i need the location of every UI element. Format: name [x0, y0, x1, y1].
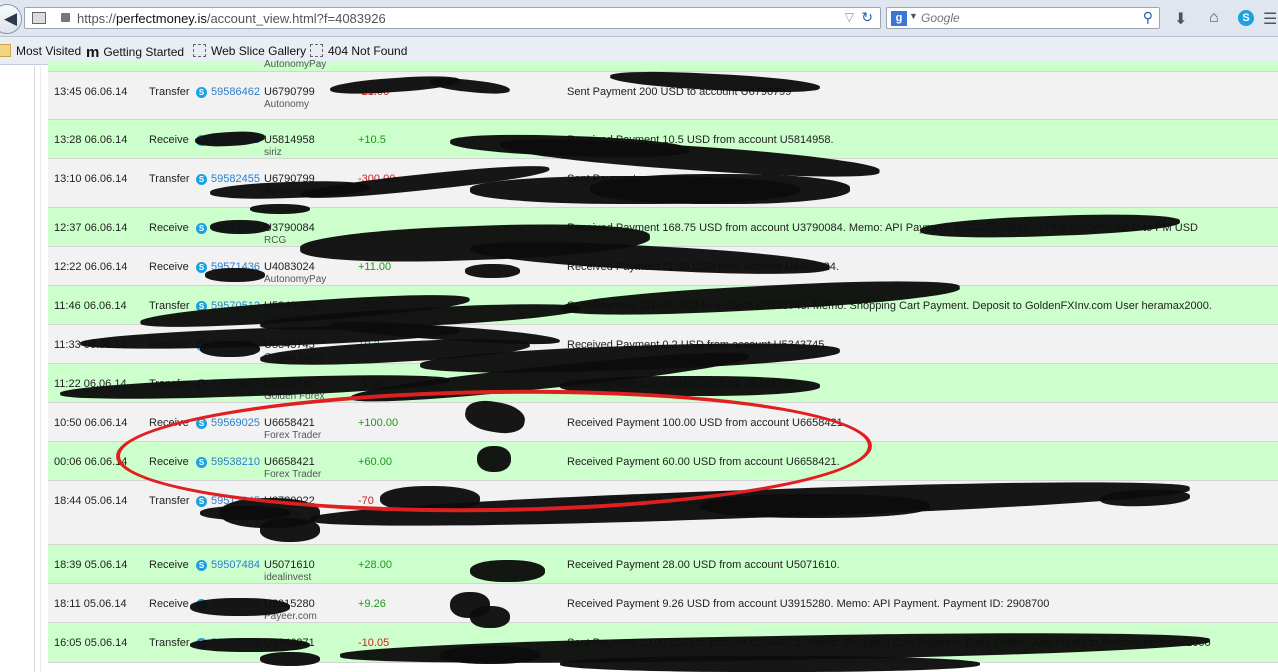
- redaction-scribble: [260, 652, 320, 666]
- redaction-scribble: [210, 220, 270, 234]
- transaction-time: 10:50 06.06.14: [54, 417, 128, 429]
- account-number: U4083024: [264, 261, 315, 273]
- transaction-type: Receive: [149, 261, 189, 273]
- skype-icon[interactable]: S: [1238, 10, 1254, 26]
- account-name: AutonomyPay: [264, 274, 327, 285]
- account-number: U3790084: [264, 222, 315, 234]
- transaction-amount: +28.00: [358, 559, 392, 571]
- transaction-time: 13:28 06.06.14: [54, 134, 128, 146]
- redaction-scribble: [590, 174, 850, 204]
- engine-dropdown-icon[interactable]: ▼: [909, 11, 918, 21]
- account-number: U5071610: [264, 559, 315, 571]
- account-name: Autonomy: [264, 99, 310, 110]
- redaction-scribble: [190, 598, 290, 616]
- transaction-memo: Received Payment 28.00 USD from account …: [567, 559, 840, 571]
- account-number: U5814958: [264, 134, 315, 146]
- transaction-type: Receive: [149, 559, 189, 571]
- redaction-scribble: [465, 264, 520, 278]
- transaction-type: Transfer: [149, 495, 190, 507]
- bookmark-404-not-found[interactable]: 404 Not Found: [310, 44, 407, 58]
- getting-started-icon: m: [86, 44, 100, 61]
- bookmark-most-visited[interactable]: Most Visited: [0, 44, 81, 58]
- transaction-type: Transfer: [149, 86, 190, 98]
- redaction-scribble: [250, 204, 310, 214]
- skype-icon[interactable]: S: [196, 560, 207, 571]
- bookmark-web-slice-gallery[interactable]: Web Slice Gallery: [193, 44, 306, 58]
- account-name: idealinvest: [264, 572, 312, 583]
- page-content: AutonomyPay S 13:45 06.06.14 Transfer 59586…: [0, 59, 1278, 672]
- url-text[interactable]: https://perfectmoney.is/account_view.htm…: [77, 11, 386, 26]
- transaction-time: 13:10 06.06.14: [54, 173, 128, 185]
- skype-icon[interactable]: S: [196, 223, 207, 234]
- account-number: U6790799: [264, 86, 315, 98]
- transaction-memo: Received Payment 9.26 USD from account U…: [567, 598, 1050, 610]
- redaction-scribble: [470, 606, 510, 628]
- redaction-scribble: [470, 560, 545, 582]
- transaction-type: Receive: [149, 134, 189, 146]
- redaction-scribble: [560, 656, 980, 672]
- redaction-scribble: [260, 518, 320, 542]
- transaction-id-link[interactable]: 59507484: [211, 559, 260, 571]
- transaction-type: Transfer: [149, 300, 190, 312]
- table-row-partial: AutonomyPay: [48, 59, 1278, 72]
- transaction-time: 18:39 05.06.14: [54, 559, 128, 571]
- redaction-scribble: [200, 341, 260, 357]
- redaction-scribble: [440, 646, 540, 664]
- table-row: S 18:39 05.06.14 Receive 59507484 U5071610 id…: [48, 545, 1278, 584]
- transaction-id-link[interactable]: 59586462: [211, 86, 260, 98]
- transaction-time: 12:37 06.06.14: [54, 222, 128, 234]
- skype-icon[interactable]: S: [196, 87, 207, 98]
- redaction-scribble: [700, 494, 930, 518]
- back-icon: ◀: [4, 9, 18, 28]
- download-icon[interactable]: ⬇: [1174, 9, 1187, 29]
- transaction-type: Receive: [149, 222, 189, 234]
- redaction-scribble: [190, 638, 310, 652]
- bookmark-getting-started[interactable]: m Getting Started: [86, 44, 184, 61]
- site-icon: [32, 12, 46, 24]
- transaction-time: 16:05 05.06.14: [54, 637, 128, 649]
- transaction-time: 12:22 06.06.14: [54, 261, 128, 273]
- transaction-time: 18:11 05.06.14: [54, 598, 127, 610]
- divider: [40, 66, 41, 672]
- browser-navbar: ◀ https://perfectmoney.is/account_view.h…: [0, 0, 1278, 37]
- menu-icon[interactable]: ☰: [1263, 9, 1277, 29]
- page-icon: [310, 44, 323, 57]
- transaction-amount: -10.05: [358, 637, 390, 649]
- transaction-type: Transfer: [149, 637, 190, 649]
- transaction-time: 13:45 06.06.14: [54, 86, 128, 98]
- bookmarks-toolbar: Most Visited m Getting Started Web Slice …: [0, 37, 1278, 65]
- account-name: siriz: [264, 147, 282, 158]
- transaction-amount: +9.26: [358, 598, 386, 610]
- address-bar[interactable]: https://perfectmoney.is/account_view.htm…: [24, 7, 881, 29]
- transaction-type: Transfer: [149, 173, 190, 185]
- account-name: RCG: [264, 235, 287, 246]
- reload-icon[interactable]: ↻: [861, 9, 873, 26]
- lock-icon: [61, 13, 70, 22]
- search-bar[interactable]: g ▼ ⚲: [886, 7, 1160, 29]
- search-icon[interactable]: ⚲: [1143, 9, 1153, 26]
- google-icon[interactable]: g: [891, 11, 907, 26]
- transaction-type: Receive: [149, 598, 189, 610]
- transaction-amount: +11.00: [358, 261, 392, 273]
- back-button[interactable]: ◀: [0, 4, 22, 34]
- dropdown-icon[interactable]: ▽: [845, 10, 854, 24]
- skype-icon[interactable]: S: [196, 496, 207, 507]
- skype-icon[interactable]: S: [196, 174, 207, 185]
- redaction-scribble: [205, 268, 265, 282]
- redaction-scribble: [200, 506, 290, 520]
- left-margin: [0, 66, 30, 672]
- transaction-time: 18:44 05.06.14: [54, 495, 128, 507]
- account-name: AutonomyPay: [264, 59, 327, 70]
- bookmark-folder-icon: [0, 44, 11, 57]
- home-icon[interactable]: ⌂: [1209, 9, 1219, 27]
- search-input[interactable]: [921, 10, 1121, 26]
- page-icon: [193, 44, 206, 57]
- transaction-time: 11:46 06.06.14: [54, 300, 127, 312]
- divider: [34, 66, 35, 672]
- transaction-amount: +10.5: [358, 134, 386, 146]
